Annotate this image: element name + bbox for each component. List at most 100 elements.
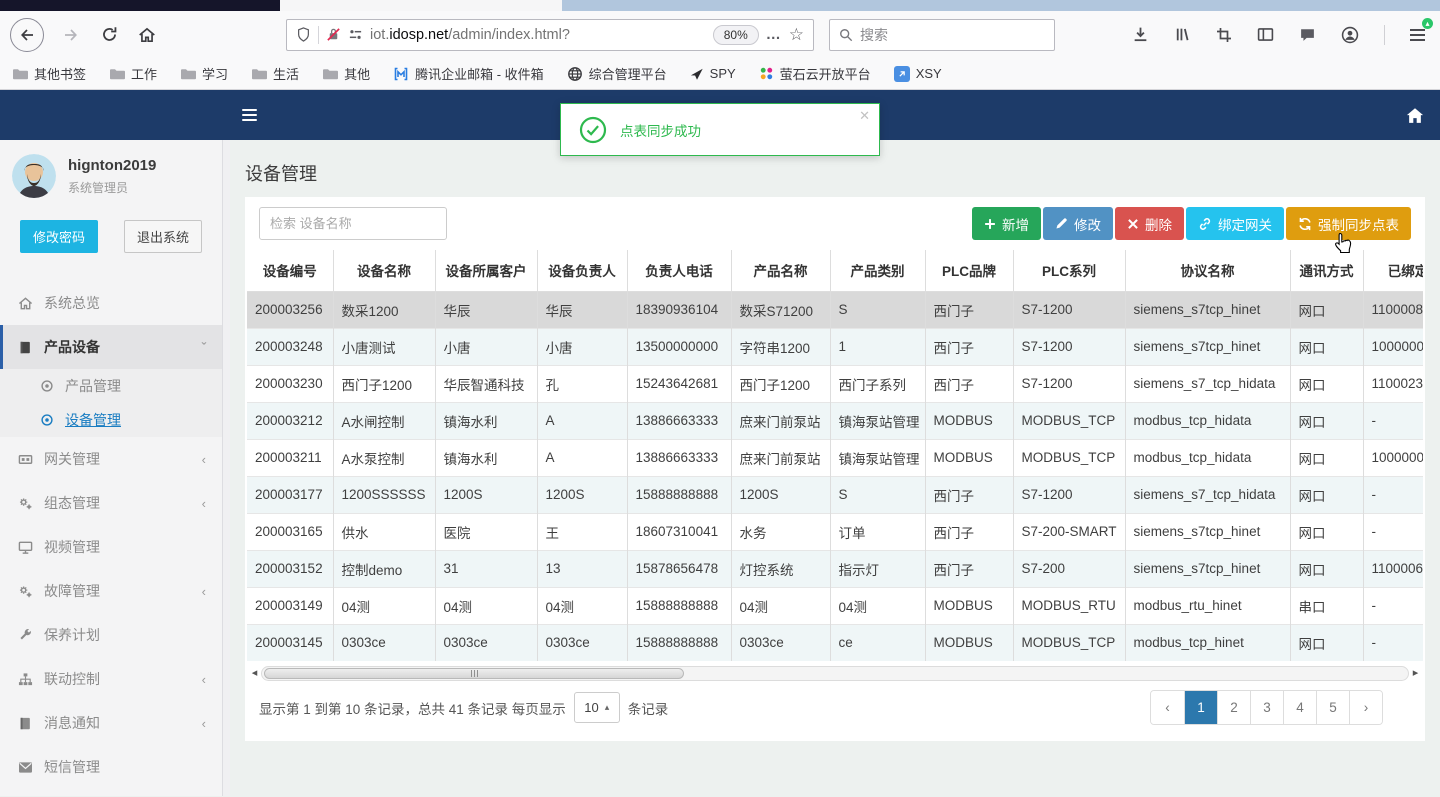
sidebar-item-product-management[interactable]: 产品管理 — [0, 369, 222, 403]
sidebar-item-product-device[interactable]: 产品设备 ˇ — [0, 325, 222, 369]
page-button[interactable]: 2 — [1217, 691, 1250, 724]
next-page-button[interactable]: › — [1349, 691, 1382, 724]
column-header[interactable]: PLC系列 — [1013, 250, 1126, 292]
sidebar-toggle-icon[interactable] — [1257, 26, 1274, 43]
force-sync-button[interactable]: 强制同步点表 — [1286, 207, 1411, 240]
table-row[interactable]: 200003149 04测 04测 04测 15888888888 04测 04… — [247, 586, 1423, 624]
scroll-left-icon[interactable]: ◂ — [248, 665, 261, 682]
sidebar-item-config-management[interactable]: 组态管理 ‹ — [0, 481, 222, 525]
table-row[interactable]: 200003177 1200SSSSSS 1200S 1200S 1588888… — [247, 475, 1423, 513]
url-bar[interactable]: iot.idosp.net/admin/index.html? 80% … ☆ — [286, 18, 814, 51]
sidebar-item-system-overview[interactable]: 系统总览 — [0, 281, 222, 325]
bookmark-folder-other[interactable]: 其他书签 — [12, 64, 86, 83]
cell-product-name: 水务 — [731, 512, 831, 550]
account-icon[interactable] — [1341, 26, 1359, 44]
table-row[interactable]: 200003212 A水闸控制 镇海水利 A 13886663333 庶来门前泵… — [247, 401, 1423, 439]
table-row[interactable]: 200003145 0303ce 0303ce 0303ce 158888888… — [247, 623, 1423, 661]
sidebar-item-message-notification[interactable]: 消息通知 ‹ — [0, 701, 222, 745]
library-icon[interactable] — [1174, 26, 1191, 43]
sidebar-collapse-icon[interactable] — [242, 106, 257, 124]
change-password-button[interactable]: 修改密码 — [20, 220, 99, 253]
column-header[interactable]: 协议名称 — [1125, 250, 1291, 292]
shield-icon[interactable] — [296, 27, 311, 42]
reload-button[interactable] — [98, 24, 120, 46]
page-size-select[interactable]: 10 ▴ — [573, 692, 620, 723]
scroll-right-icon[interactable]: ▸ — [1409, 665, 1422, 682]
column-header[interactable]: 设备名称 — [333, 250, 436, 292]
bookmark-folder-work[interactable]: 工作 — [109, 64, 157, 83]
browser-home-button[interactable] — [136, 24, 158, 46]
column-header[interactable]: 负责人电话 — [627, 250, 732, 292]
sidebar-item-fault-management[interactable]: 故障管理 ‹ — [0, 569, 222, 613]
browser-search-input[interactable] — [860, 26, 1045, 43]
logout-button[interactable]: 退出系统 — [124, 220, 203, 253]
bookmark-yingshi-cloud[interactable]: 萤石云开放平台 — [759, 64, 871, 83]
column-header[interactable]: 通讯方式 — [1290, 250, 1364, 292]
sidebar-item-maintenance-plan[interactable]: 保养计划 — [0, 613, 222, 657]
page-button[interactable]: 1 — [1184, 691, 1217, 724]
close-icon[interactable]: ✕ — [859, 108, 870, 124]
permissions-icon[interactable] — [348, 27, 363, 42]
bookmark-mgmt-platform[interactable]: 综合管理平台 — [567, 64, 667, 83]
lock-disabled-icon[interactable] — [326, 27, 341, 42]
page-button[interactable]: 3 — [1250, 691, 1283, 724]
dart-icon — [690, 68, 703, 80]
device-search-input[interactable] — [259, 207, 447, 240]
downloads-icon[interactable] — [1132, 26, 1149, 43]
bind-gateway-button[interactable]: 绑定网关 — [1186, 207, 1284, 240]
bookmark-folder-study[interactable]: 学习 — [180, 64, 228, 83]
avatar[interactable] — [12, 154, 56, 198]
bookmark-folder-life[interactable]: 生活 — [251, 64, 299, 83]
bookmark-folder-misc[interactable]: 其他 — [322, 64, 370, 83]
cell-product-category: S — [830, 475, 926, 513]
table-row[interactable]: 200003211 A水泵控制 镇海水利 A 13886663333 庶来门前泵… — [247, 438, 1423, 476]
pocket-bubble-icon[interactable] — [1299, 26, 1316, 43]
screenshot-crop-icon[interactable] — [1216, 27, 1232, 43]
browser-search-bar[interactable] — [829, 18, 1055, 51]
sidebar-item-video-management[interactable]: 视频管理 — [0, 525, 222, 569]
sidebar-item-sms-management[interactable]: 短信管理 — [0, 745, 222, 789]
page-button[interactable]: 5 — [1316, 691, 1349, 724]
sidebar-item-device-management[interactable]: 设备管理 — [0, 403, 222, 437]
column-header[interactable]: 产品类别 — [830, 250, 926, 292]
chevron-left-icon: ‹ — [201, 495, 206, 511]
scrollbar-thumb[interactable] — [264, 668, 684, 679]
page-button[interactable]: 4 — [1283, 691, 1316, 724]
bookmark-spy[interactable]: SPY — [690, 66, 736, 81]
bookmark-tencent-mail[interactable]: 腾讯企业邮箱 - 收件箱 — [393, 64, 544, 83]
column-header[interactable]: PLC品牌 — [925, 250, 1014, 292]
bookmark-xsy[interactable]: XSY — [893, 65, 942, 82]
app-home-icon[interactable] — [1406, 107, 1424, 124]
table-row[interactable]: 200003152 控制demo 31 13 15878656478 灯控系统 … — [247, 549, 1423, 587]
column-header[interactable]: 产品名称 — [731, 250, 831, 292]
column-header[interactable]: 设备负责人 — [537, 250, 628, 292]
sidebar-item-gateway-management[interactable]: 网关管理 ‹ — [0, 437, 222, 481]
url-text[interactable]: iot.idosp.net/admin/index.html? — [370, 27, 706, 43]
bookmark-star-icon[interactable]: ☆ — [789, 25, 804, 45]
page-zoom-badge[interactable]: 80% — [712, 24, 759, 45]
back-button[interactable] — [10, 17, 44, 52]
menu-icon[interactable]: ▴ — [1410, 17, 1433, 44]
table-row[interactable]: 200003165 供水 医院 王 18607310041 水务 订单 西门子 … — [247, 512, 1423, 550]
sidebar-item-workshop-management[interactable]: 车间管理 — [0, 789, 222, 796]
cell-device-name: 西门子1200 — [333, 364, 436, 402]
table-row[interactable]: 200003248 小唐测试 小唐 小唐 13500000000 字符串1200… — [247, 327, 1423, 365]
column-header[interactable]: 设备编号 — [247, 250, 334, 292]
table-row[interactable]: 200003256 数采1200 华辰 华辰 18390936104 数采S71… — [247, 290, 1423, 328]
delete-button[interactable]: 删除 — [1115, 207, 1184, 240]
column-header[interactable]: 设备所属客户 — [435, 250, 538, 292]
sidebar-item-linkage-control[interactable]: 联动控制 ‹ — [0, 657, 222, 701]
column-header[interactable]: 已绑定网关 — [1363, 250, 1423, 292]
edit-button[interactable]: 修改 — [1043, 207, 1113, 240]
check-circle-icon — [579, 116, 607, 143]
prev-page-button[interactable]: ‹ — [1151, 691, 1184, 724]
sidebar-scrollbar[interactable] — [222, 140, 230, 796]
horizontal-scrollbar[interactable]: ◂ ▸ — [247, 665, 1423, 682]
page-actions-icon[interactable]: … — [766, 26, 782, 43]
scrollbar-track[interactable] — [261, 666, 1409, 681]
table-row[interactable]: 200003230 西门子1200 华辰智通科技 孔 15243642681 西… — [247, 364, 1423, 402]
forward-button[interactable] — [60, 24, 82, 46]
add-button[interactable]: 新增 — [972, 207, 1041, 240]
success-toast: 点表同步成功 ✕ — [560, 103, 880, 156]
cell-device-id: 200003145 — [247, 623, 334, 661]
